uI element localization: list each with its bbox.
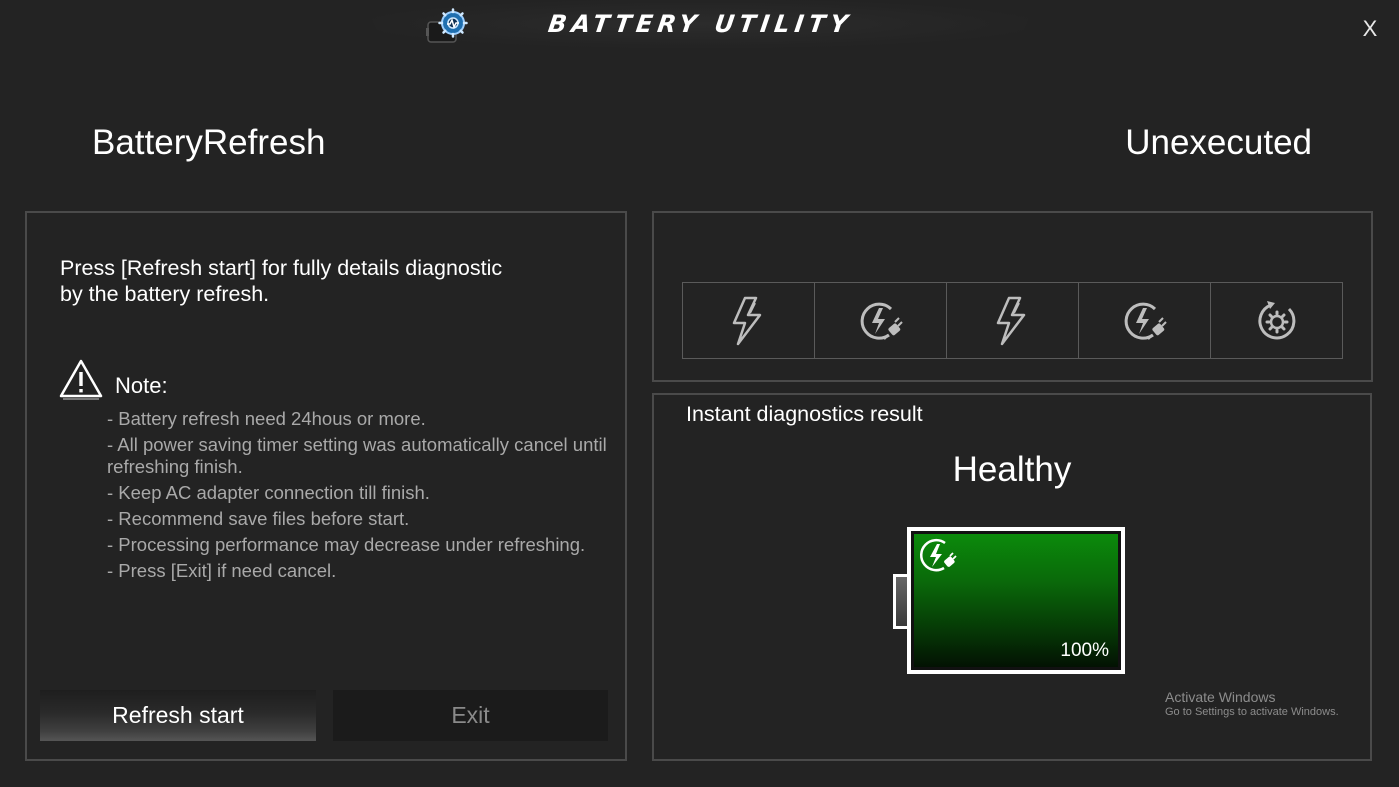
result-title: Instant diagnostics result: [686, 402, 923, 426]
note-item: - All power saving timer setting was aut…: [107, 434, 607, 477]
feature-title: BatteryRefresh: [92, 123, 326, 162]
watermark-subtitle: Go to Settings to activate Windows.: [1165, 706, 1339, 718]
step-discharge: [682, 282, 815, 359]
close-button[interactable]: X: [1358, 16, 1382, 42]
note-item: - Processing performance may decrease un…: [107, 533, 586, 555]
app-title: BATTERY UTILITY: [546, 10, 855, 38]
lightning-icon: [732, 296, 761, 345]
intro-line: Press [Refresh start] for fully details …: [60, 256, 503, 280]
ac-charge-icon: [1124, 302, 1167, 340]
note-item: - Keep AC adapter connection till finish…: [107, 481, 430, 503]
health-status: Healthy: [952, 450, 1072, 489]
exit-button[interactable]: Exit: [333, 690, 608, 741]
lightning-icon: [996, 296, 1025, 345]
ac-charge-icon: [860, 302, 903, 340]
step-charge-2: [1078, 282, 1211, 359]
refresh-start-button[interactable]: Refresh start: [40, 690, 316, 741]
step-charge: [814, 282, 947, 359]
note-item: - Recommend save files before start.: [107, 507, 410, 529]
note-item: - Press [Exit] if need cancel.: [107, 559, 337, 581]
battery-terminal: [893, 574, 907, 629]
battery-gauge: 100%: [907, 527, 1125, 674]
execution-status: Unexecuted: [1125, 123, 1312, 162]
notes-list: - Battery refresh need 24hous or more. -…: [107, 408, 607, 586]
ac-charge-icon: [920, 538, 957, 572]
warning-triangle-icon: [59, 359, 103, 400]
process-steps: [682, 282, 1343, 359]
activate-windows-watermark: Activate Windows Go to Settings to activ…: [1165, 689, 1339, 718]
battery-percent: 100%: [1060, 640, 1109, 661]
intro-line: by the battery refresh.: [60, 282, 270, 306]
note-item: - Battery refresh need 24hous or more.: [107, 408, 426, 429]
watermark-title: Activate Windows: [1165, 689, 1276, 705]
battery-gear-icon: [426, 8, 468, 43]
step-discharge-2: [946, 282, 1079, 359]
intro-text: Press [Refresh start] for fully details …: [60, 255, 580, 307]
note-label: Note:: [115, 373, 168, 398]
step-calibrate: [1210, 282, 1343, 359]
refresh-gear-icon: [1257, 300, 1295, 339]
